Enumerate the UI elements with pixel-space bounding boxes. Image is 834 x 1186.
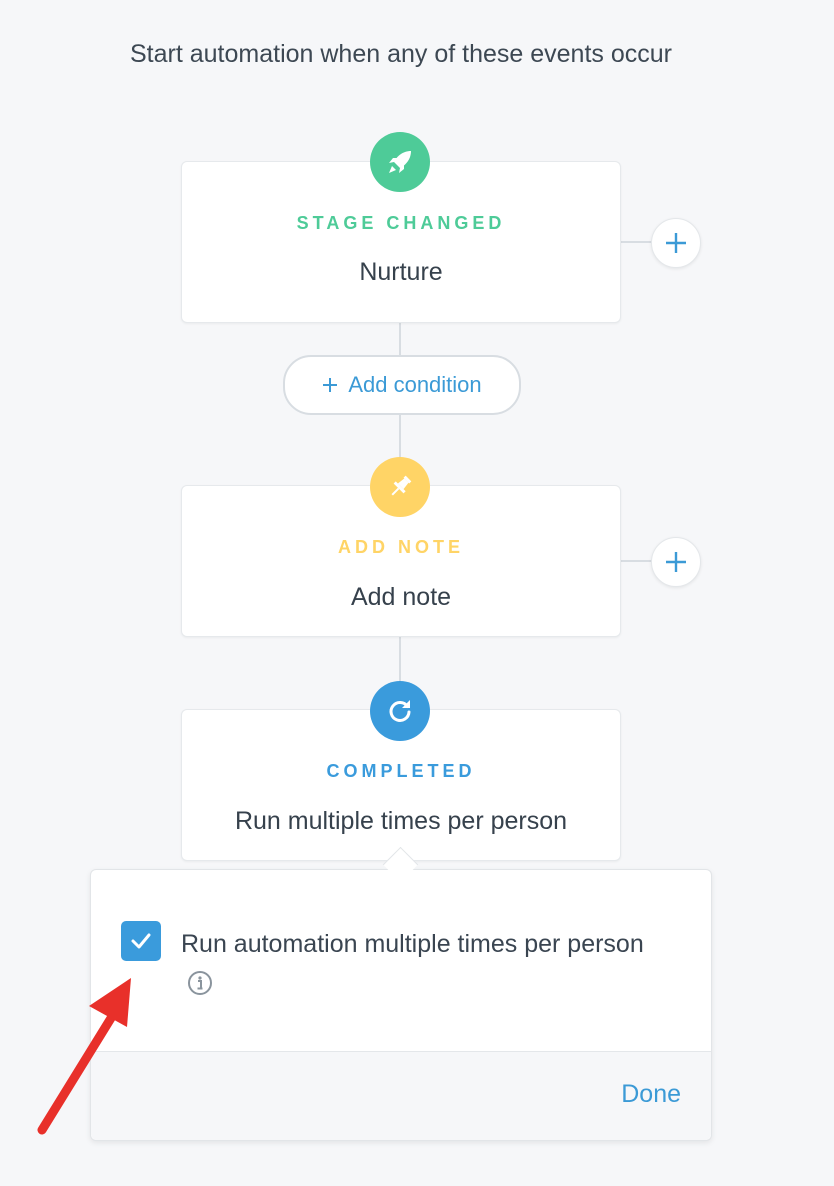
- connector-line: [619, 560, 652, 562]
- plus-icon: [323, 378, 338, 392]
- add-branch-button[interactable]: [651, 218, 701, 268]
- connector-line: [619, 241, 652, 243]
- trigger-type-label: ADD NOTE: [338, 537, 464, 557]
- plus-icon: [666, 233, 686, 253]
- add-branch-button[interactable]: [651, 537, 701, 587]
- plus-icon: [666, 552, 686, 572]
- trigger-value: Nurture: [359, 258, 443, 286]
- popover-footer: Done: [91, 1051, 711, 1140]
- info-icon[interactable]: [187, 970, 213, 996]
- trigger-type-label: STAGE CHANGED: [296, 213, 506, 233]
- checkmark-icon: [131, 933, 151, 949]
- checkbox-label-text: Run automation multiple times per person: [181, 930, 644, 958]
- rocket-icon: [370, 132, 430, 192]
- run-settings-popover: Run automation multiple times per person…: [90, 869, 712, 1141]
- trigger-type-label: COMPLETED: [326, 761, 476, 781]
- connector-line: [399, 636, 401, 682]
- trigger-value: Run multiple times per person: [234, 807, 568, 835]
- connector-line: [399, 322, 401, 355]
- page-title: Start automation when any of these event…: [130, 40, 672, 68]
- run-multiple-checkbox-label[interactable]: Run automation multiple times per person: [181, 924, 651, 1004]
- connector-line: [399, 411, 401, 459]
- pushpin-icon: [370, 457, 430, 517]
- done-button[interactable]: Done: [621, 1080, 681, 1109]
- add-condition-label: Add condition: [348, 372, 482, 397]
- refresh-icon: [370, 681, 430, 741]
- add-condition-button[interactable]: Add condition: [283, 355, 521, 415]
- trigger-value: Add note: [350, 583, 452, 611]
- run-multiple-checkbox[interactable]: [121, 921, 161, 961]
